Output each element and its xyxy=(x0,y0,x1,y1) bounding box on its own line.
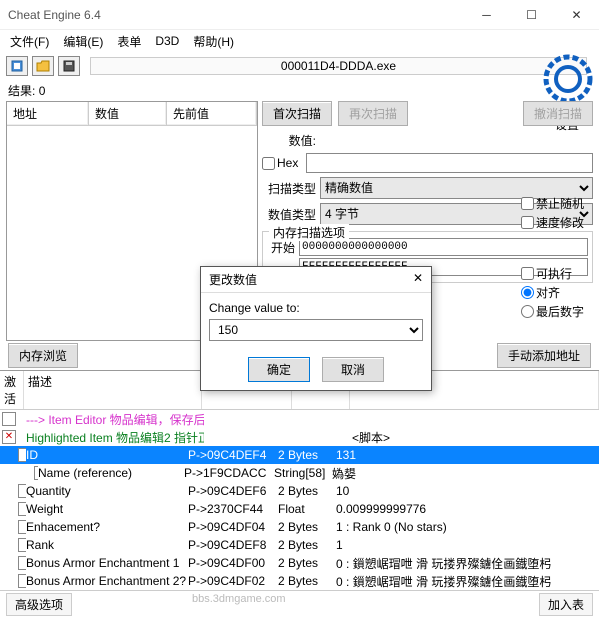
row-checkbox[interactable] xyxy=(2,412,16,426)
align-radio[interactable] xyxy=(521,286,534,299)
table-row[interactable]: WeightP->2370CF44Float0.009999999776 xyxy=(0,500,599,518)
table-row[interactable]: RankP->09C4DEF82 Bytes1 xyxy=(0,536,599,554)
menu-file[interactable]: 文件(F) xyxy=(4,31,55,52)
window-title: Cheat Engine 6.4 xyxy=(8,8,464,22)
dialog-close-icon[interactable]: ✕ xyxy=(413,271,423,288)
hex-checkbox[interactable] xyxy=(262,157,275,170)
value-label: 数值: xyxy=(262,132,316,149)
col-addr[interactable]: 地址 xyxy=(7,102,89,125)
dialog-cancel-button[interactable]: 取消 xyxy=(322,357,384,382)
manual-add-button[interactable]: 手动添加地址 xyxy=(497,343,591,368)
table-row[interactable]: ---> Item Editor 物品编辑，保存后重进，交给pawn再拿回来刷新… xyxy=(0,410,599,428)
row-checkbox[interactable] xyxy=(18,502,26,516)
hdr-active[interactable]: 激活 xyxy=(0,371,24,409)
lastdigit-radio[interactable] xyxy=(521,305,534,318)
row-checkbox[interactable] xyxy=(18,484,26,498)
row-checkbox[interactable] xyxy=(2,430,16,444)
table-row[interactable]: Highlighted Item 物品编辑2 指针正确<脚本> xyxy=(0,428,599,446)
row-checkbox[interactable] xyxy=(18,448,26,462)
dialog-ok-button[interactable]: 确定 xyxy=(248,357,310,382)
table-row[interactable]: IDP->09C4DEF42 Bytes131 xyxy=(0,446,599,464)
app-logo-icon[interactable] xyxy=(543,54,593,104)
memory-browse-button[interactable]: 内存浏览 xyxy=(8,343,78,368)
save-icon[interactable] xyxy=(58,56,80,76)
process-name: 000011D4-DDDA.exe xyxy=(90,57,587,75)
maximize-button[interactable]: ☐ xyxy=(509,0,554,30)
table-row[interactable]: Enhacement?P->09C4DF042 Bytes1 : Rank 0 … xyxy=(0,518,599,536)
watermark: bbs.3dmgame.com xyxy=(192,593,286,616)
value-input[interactable] xyxy=(306,153,593,173)
add-table-button[interactable]: 加入表 xyxy=(539,593,593,616)
table-row[interactable]: QuantityP->09C4DEF62 Bytes10 xyxy=(0,482,599,500)
menu-help[interactable]: 帮助(H) xyxy=(187,31,240,52)
table-row[interactable]: Bonus Armor Enchantment 2?P->09C4DF022 B… xyxy=(0,572,599,590)
results-count: 0 xyxy=(39,84,46,98)
close-button[interactable]: ✕ xyxy=(554,0,599,30)
start-label: 开始 xyxy=(267,239,295,256)
table-row[interactable]: Bonus Armor Enchantment 1P->09C4DF002 By… xyxy=(0,554,599,572)
results-label: 结果: xyxy=(8,84,35,98)
col-value[interactable]: 数值 xyxy=(89,102,167,125)
row-checkbox[interactable] xyxy=(18,574,26,588)
row-checkbox[interactable] xyxy=(18,520,26,534)
next-scan-button: 再次扫描 xyxy=(338,101,408,126)
open-process-icon[interactable] xyxy=(6,56,28,76)
row-checkbox[interactable] xyxy=(18,556,26,570)
menu-edit[interactable]: 编辑(E) xyxy=(57,31,109,52)
change-value-dialog: 更改数值 ✕ Change value to: 150 确定 取消 xyxy=(200,266,432,391)
dialog-label: Change value to: xyxy=(209,301,423,315)
open-file-icon[interactable] xyxy=(32,56,54,76)
table-row[interactable]: Name (reference)P->1F9CDACCString[58]媯嫢 xyxy=(0,464,599,482)
value-type-label: 数值类型 xyxy=(262,206,316,223)
mem-group-legend: 内存扫描选项 xyxy=(269,224,349,241)
advanced-options-button[interactable]: 高级选项 xyxy=(6,593,72,616)
undo-scan-button: 撤消扫描 xyxy=(523,101,593,126)
speedhack-checkbox[interactable] xyxy=(521,216,534,229)
dialog-title: 更改数值 xyxy=(209,271,257,288)
row-checkbox[interactable] xyxy=(18,538,26,552)
norandom-checkbox[interactable] xyxy=(521,197,534,210)
scan-type-label: 扫描类型 xyxy=(262,180,316,197)
col-prev[interactable]: 先前值 xyxy=(167,102,257,125)
address-list-table: 激活 描述 地址 类型 数值 ---> Item Editor 物品编辑，保存后… xyxy=(0,370,599,590)
minimize-button[interactable]: ─ xyxy=(464,0,509,30)
first-scan-button[interactable]: 首次扫描 xyxy=(262,101,332,126)
menu-d3d[interactable]: D3D xyxy=(149,32,185,50)
executable-checkbox[interactable] xyxy=(521,267,534,280)
menu-table[interactable]: 表单 xyxy=(111,31,147,52)
hdr-desc[interactable]: 描述 xyxy=(24,371,202,409)
dialog-value-input[interactable]: 150 xyxy=(209,319,423,341)
